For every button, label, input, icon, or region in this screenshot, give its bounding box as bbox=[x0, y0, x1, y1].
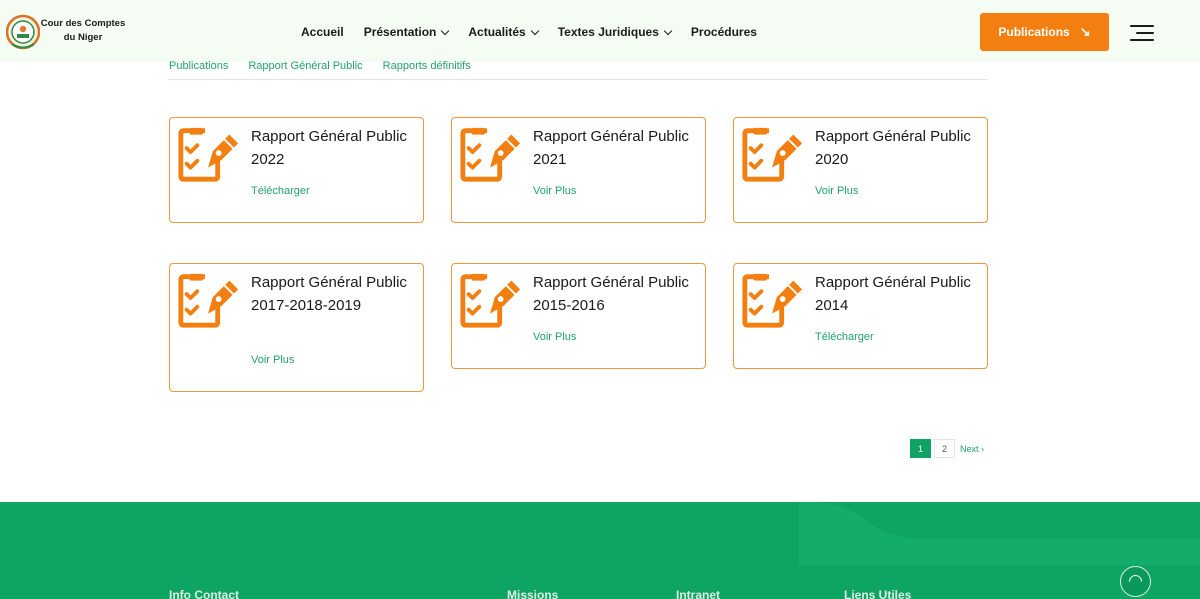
report-card[interactable]: Rapport Général Public 2017-2018-2019 Vo… bbox=[169, 263, 424, 392]
document-pen-icon bbox=[740, 124, 804, 184]
breadcrumb-rapport-general-public[interactable]: Rapport Général Public bbox=[248, 60, 362, 79]
chevron-down-icon bbox=[441, 26, 450, 35]
publications-button-label: Publications bbox=[998, 25, 1070, 39]
nav-item-textes-juridiques[interactable]: Textes Juridiques bbox=[557, 25, 673, 39]
document-pen-icon bbox=[458, 124, 522, 184]
report-card[interactable]: Rapport Général Public 2021 Voir Plus bbox=[451, 117, 706, 223]
see-more-link[interactable]: Voir Plus bbox=[533, 331, 576, 343]
nav-item-actualites[interactable]: Actualités bbox=[468, 25, 539, 39]
breadcrumb-rapports-definitifs[interactable]: Rapports définitifs bbox=[383, 60, 471, 79]
report-card[interactable]: Rapport Général Public 2022 Télécharger bbox=[169, 117, 424, 223]
report-card-title[interactable]: Rapport Général Public 2017-2018-2019 bbox=[251, 272, 416, 317]
document-pen-icon bbox=[740, 270, 804, 330]
document-pen-icon bbox=[176, 124, 240, 184]
report-card[interactable]: Rapport Général Public 2014 Télécharger bbox=[733, 263, 988, 369]
logo-text[interactable]: Cour des Comptes du Niger bbox=[40, 17, 126, 45]
site-footer: Info Contact Missions Intranet Liens Uti… bbox=[0, 502, 1200, 599]
pagination: 1 2 Next › bbox=[910, 439, 984, 458]
see-more-link[interactable]: Voir Plus bbox=[251, 354, 294, 366]
breadcrumb-publications[interactable]: Publications bbox=[169, 60, 228, 79]
report-card[interactable]: Rapport Général Public 2015-2016 Voir Pl… bbox=[451, 263, 706, 369]
nav-item-label: Présentation bbox=[363, 25, 437, 39]
document-pen-icon bbox=[458, 270, 522, 330]
footer-heading-liens-utiles: Liens Utiles bbox=[844, 588, 912, 599]
page-button-2[interactable]: 2 bbox=[934, 439, 955, 458]
nav-item-accueil[interactable]: Accueil bbox=[301, 25, 344, 39]
arrow-down-right-icon: ↘ bbox=[1079, 24, 1091, 39]
breadcrumb: Publications Rapport Général Public Rapp… bbox=[169, 60, 988, 80]
footer-wave-shape bbox=[799, 502, 1200, 565]
chevron-down-icon bbox=[663, 26, 673, 35]
footer-heading-info-contact: Info Contact bbox=[169, 588, 239, 599]
report-card-title[interactable]: Rapport Général Public 2020 bbox=[815, 126, 980, 171]
nav-item-presentation[interactable]: Présentation bbox=[363, 25, 450, 39]
main-nav: Accueil Présentation Actualités Textes J… bbox=[301, 25, 777, 39]
scroll-to-top-icon[interactable] bbox=[1120, 566, 1151, 597]
report-card[interactable]: Rapport Général Public 2020 Voir Plus bbox=[733, 117, 988, 223]
hamburger-menu-icon[interactable] bbox=[1130, 25, 1154, 41]
report-card-title[interactable]: Rapport Général Public 2021 bbox=[533, 126, 698, 171]
chevron-down-icon bbox=[530, 26, 539, 35]
report-card-title[interactable]: Rapport Général Public 2022 bbox=[251, 126, 416, 171]
page-button-1[interactable]: 1 bbox=[910, 439, 931, 458]
nav-item-procedures[interactable]: Procédures bbox=[691, 25, 757, 39]
cour-des-comptes-logo-icon[interactable] bbox=[6, 14, 40, 50]
document-pen-icon bbox=[176, 270, 240, 330]
footer-heading-missions: Missions bbox=[507, 588, 559, 599]
publications-button[interactable]: Publications ↘ bbox=[980, 13, 1109, 51]
see-more-link[interactable]: Voir Plus bbox=[533, 185, 576, 197]
see-more-link[interactable]: Voir Plus bbox=[815, 185, 858, 197]
footer-heading-intranet: Intranet bbox=[676, 588, 721, 599]
download-link[interactable]: Télécharger bbox=[815, 331, 874, 343]
nav-item-label: Textes Juridiques bbox=[557, 25, 659, 39]
next-page-link[interactable]: Next › bbox=[960, 444, 984, 454]
site-header: Cour des Comptes du Niger Accueil Présen… bbox=[0, 0, 1200, 62]
nav-item-label: Accueil bbox=[301, 25, 344, 39]
download-link[interactable]: Télécharger bbox=[251, 185, 310, 197]
nav-item-label: Procédures bbox=[690, 25, 757, 39]
report-card-title[interactable]: Rapport Général Public 2014 bbox=[815, 272, 980, 317]
report-card-title[interactable]: Rapport Général Public 2015-2016 bbox=[533, 272, 698, 317]
nav-item-label: Actualités bbox=[468, 25, 526, 39]
